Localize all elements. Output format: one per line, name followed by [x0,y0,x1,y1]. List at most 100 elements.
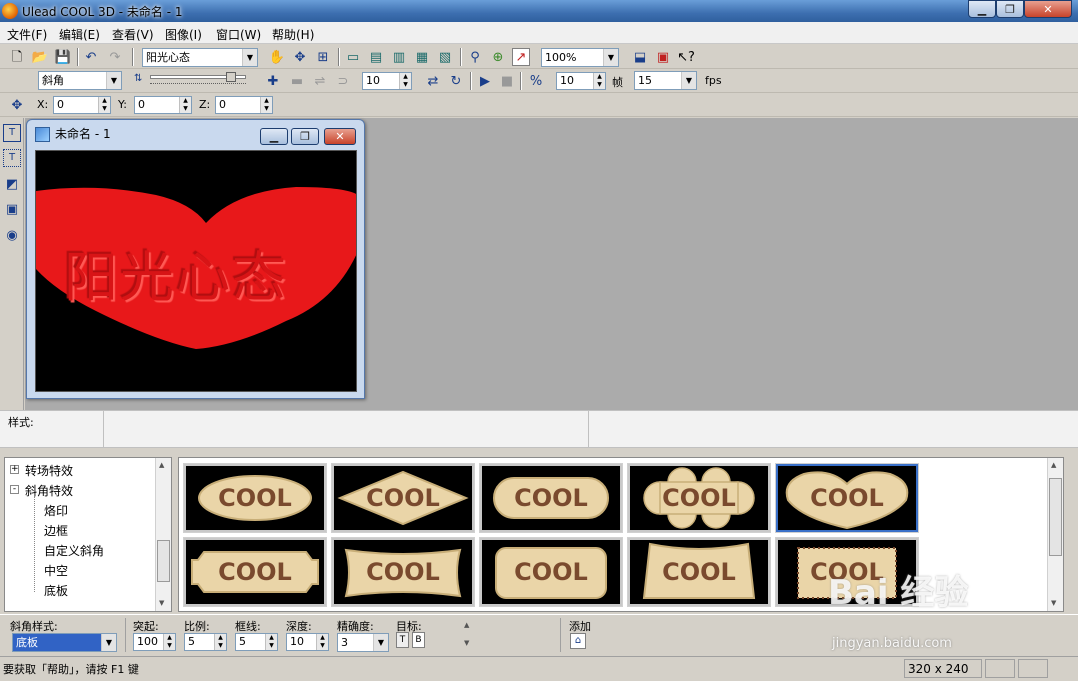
effects-tree: + 转场特效 - 斜角特效 烙印 边框 自定义斜角 中空 底板 ▲ ▼ [4,457,172,612]
close-button[interactable]: ✕ [1024,0,1072,18]
context-help-icon[interactable]: ↖? [677,48,695,66]
refresh-icon[interactable]: ↻ [447,72,465,90]
depth-input[interactable]: 10 ▲ ▼ [286,633,329,651]
render-canvas[interactable]: 阳光心态 [35,150,357,392]
loop-icon[interactable]: ⇄ [424,72,442,90]
maximize-button[interactable]: ❐ [996,0,1024,18]
tree-item-custom-bevel[interactable]: 自定义斜角 [44,542,104,559]
shift-keyframe-icon[interactable]: ⇌ [311,72,329,90]
tree-item-hollow[interactable]: 中空 [44,562,68,579]
reverse-icon[interactable]: ⊃ [334,72,352,90]
size-object-icon[interactable]: ⊞ [314,48,332,66]
insert-shape-icon[interactable]: ◩ [3,175,21,193]
globe-icon[interactable]: ⊕ [489,48,507,66]
tree-item-transition[interactable]: 转场特效 [25,462,73,479]
tree-item-base[interactable]: 底板 [44,582,68,599]
precision-combo[interactable]: 3 ▼ [337,633,389,652]
minimize-button[interactable]: ▁ [968,0,996,18]
object-manager-icon[interactable]: ◉ [3,226,21,244]
rotate-object-icon[interactable]: ✥ [291,48,309,66]
thumb-diamond[interactable]: COOL [331,463,475,533]
document-icon [35,127,50,142]
tree-expander-0[interactable]: + [10,465,19,474]
thumb-label: COOL [514,484,588,512]
x-input[interactable]: 0 ▲ ▼ [53,96,111,114]
z-input[interactable]: 0 ▲ ▼ [215,96,273,114]
percent-icon[interactable]: % [527,72,545,90]
menu-bar: 文件(F) 编辑(E) 查看(V) 图像(I) 窗口(W) 帮助(H) [0,22,1078,44]
add-keyframe-icon[interactable]: ✚ [264,72,282,90]
protrude-input[interactable]: 100 ▲ ▼ [133,633,176,651]
redo-icon[interactable]: ↷ [106,48,124,66]
thumb-notched-rect[interactable]: COOL [183,537,327,607]
add-effect-icon[interactable]: ⌂ [570,633,586,649]
bottom-view-icon[interactable]: ▧ [436,48,454,66]
new-file-icon[interactable]: 🗋 [8,48,26,66]
menu-file[interactable]: 文件(F) [7,26,47,43]
frame-count-input[interactable]: 10 ▲ ▼ [556,72,606,90]
precision-value: 3 [341,636,348,649]
eyedropper-icon[interactable]: ⚲ [466,48,484,66]
fps-combo[interactable]: 15 ▼ [634,71,697,90]
back-view-icon[interactable]: ▦ [413,48,431,66]
frame-value-input[interactable]: 10 ▲ ▼ [362,72,412,90]
style-label: 样式: [8,416,34,429]
doc-maximize-button[interactable]: ❐ [291,128,319,145]
tree-scroll-thumb[interactable] [157,540,170,582]
select-object-icon[interactable]: ▣ [3,200,21,218]
front-view-icon[interactable]: ▭ [344,48,362,66]
thumb-tab-banner[interactable]: COOL [627,537,771,607]
undo-icon[interactable]: ↶ [82,48,100,66]
bevel-combo[interactable]: 斜角 ▼ [38,71,122,90]
tree-item-brand[interactable]: 烙印 [44,502,68,519]
text-combo[interactable]: 阳光心态 ▼ [142,48,258,67]
menu-view[interactable]: 查看(V) [112,26,154,43]
menu-help[interactable]: 帮助(H) [272,26,314,43]
y-input[interactable]: 0 ▲ ▼ [134,96,192,114]
props-scroll-down-icon[interactable]: ▼ [464,639,469,647]
tree-scrollbar[interactable]: ▲ ▼ [155,458,171,611]
menu-image[interactable]: 图像(I) [165,26,202,43]
doc-close-button[interactable]: ✕ [324,128,356,145]
thumb-rounded-square[interactable]: COOL [479,537,623,607]
top-view-icon[interactable]: ▤ [367,48,385,66]
props-scroll-up-icon[interactable]: ▲ [464,621,469,629]
play-icon[interactable]: ▶ [476,72,494,90]
hand-move-icon[interactable]: ✋ [268,48,286,66]
position-tool-icon[interactable]: ✥ [8,96,26,114]
stop-icon[interactable]: ■ [498,72,516,90]
thumb-ellipse[interactable]: COOL [183,463,327,533]
gallery-scrollbar[interactable]: ▲ ▼ [1047,458,1063,611]
canvas-size-display: 320 x 240 [904,659,982,678]
remove-keyframe-icon[interactable]: ▬ [288,72,306,90]
thumb-heart[interactable]: COOL [775,463,919,533]
thumb-wavy-banner[interactable]: COOL [331,537,475,607]
target-base-toggle[interactable]: B [412,632,425,648]
tree-item-border[interactable]: 边框 [44,522,68,539]
ratio-input[interactable]: 5 ▲ ▼ [184,633,227,651]
canvas-text: 阳光心态 [64,246,288,309]
edit-text-icon[interactable]: T [3,149,21,167]
fps-value: 15 [638,74,652,87]
chart-icon[interactable]: ↗ [512,48,530,66]
menu-window[interactable]: 窗口(W) [216,26,261,43]
bevel-style-combo[interactable]: 底板 ▼ [12,633,117,652]
save-icon[interactable]: 💾 [54,48,72,66]
open-folder-icon[interactable]: 📂 [31,48,49,66]
target-text-toggle[interactable]: T [396,632,409,648]
render-icon[interactable]: ⬓ [631,48,649,66]
frame-line-label: 框线: [235,620,261,633]
tree-item-bevel[interactable]: 斜角特效 [25,482,73,499]
zoom-combo[interactable]: 100% ▼ [541,48,619,67]
frame-line-input[interactable]: 5 ▲ ▼ [235,633,278,651]
menu-edit[interactable]: 编辑(E) [59,26,100,43]
thumb-cloud[interactable]: COOL [627,463,771,533]
side-view-icon[interactable]: ▥ [390,48,408,66]
thumb-rounded-rect[interactable]: COOL [479,463,623,533]
doc-minimize-button[interactable]: ▁ [260,128,288,145]
timeline-thumb[interactable] [226,72,236,82]
gallery-scroll-thumb[interactable] [1049,478,1062,556]
insert-text-icon[interactable]: T [3,124,21,142]
preview-icon[interactable]: ▣ [654,48,672,66]
tree-expander-1[interactable]: - [10,485,19,494]
